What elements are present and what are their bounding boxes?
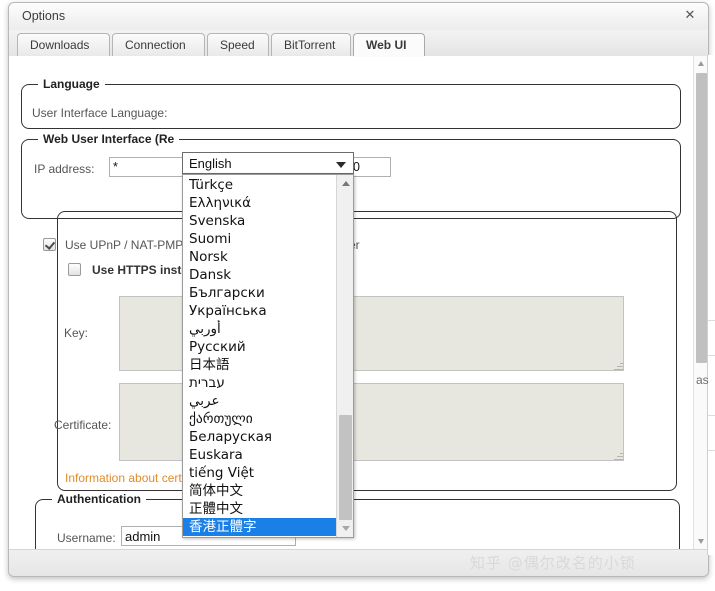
tab-bittorrent[interactable]: BitTorrent <box>271 33 351 56</box>
pane-scrollbar[interactable] <box>693 56 708 549</box>
tab-strip: Downloads Connection Speed BitTorrent We… <box>9 30 708 57</box>
pane-scroll-thumb[interactable] <box>696 73 707 363</box>
dropdown-option[interactable]: Norsk <box>183 248 337 266</box>
pane-scroll-down-button[interactable] <box>694 534 708 549</box>
dropdown-option[interactable]: 日本語 <box>183 356 337 374</box>
dropdown-option[interactable]: Русский <box>183 338 337 356</box>
dropdown-option[interactable]: Беларуская <box>183 428 337 446</box>
pane-scroll-up-button[interactable] <box>694 56 708 71</box>
tab-web-ui[interactable]: Web UI <box>353 33 425 56</box>
https-checkbox[interactable] <box>68 263 81 276</box>
dropdown-option[interactable]: עברית <box>183 374 337 392</box>
ui-language-select-value: English <box>189 156 232 171</box>
ui-language-dropdown-popup[interactable]: Türkçe Ελληνικά Svenska Suomi Norsk Dansk Бълг… <box>182 174 354 538</box>
dropdown-option[interactable]: Svenska <box>183 212 337 230</box>
triangle-up-icon <box>698 61 704 66</box>
window-title: Options <box>22 9 66 23</box>
web-user-interface-group-legend: Web User Interface (Re <box>38 132 180 146</box>
triangle-down-icon <box>698 539 704 544</box>
language-group-legend: Language <box>38 77 105 91</box>
dropdown-scroll-up-button[interactable] <box>337 175 353 192</box>
dropdown-option[interactable]: Български <box>183 284 337 302</box>
tab-downloads[interactable]: Downloads <box>17 33 110 56</box>
upnp-checkbox[interactable] <box>43 238 56 251</box>
close-icon[interactable]: ✕ <box>682 7 698 23</box>
certificate-label: Certificate: <box>54 418 112 432</box>
dropdown-option[interactable]: أوربي <box>183 320 337 338</box>
ui-language-select[interactable]: English <box>182 152 354 174</box>
port-input[interactable] <box>349 157 391 177</box>
triangle-down-icon <box>342 526 350 531</box>
dropdown-option[interactable]: 正體中文 <box>183 500 337 518</box>
background-text-fragment: as <box>696 373 709 387</box>
certificate-info-link[interactable]: Information about certi <box>65 471 184 485</box>
title-bar: Options ✕ <box>9 3 708 31</box>
watermark: 知乎 @偶尔改名的小锁 <box>470 554 636 572</box>
username-label: Username: <box>57 531 116 545</box>
dropdown-option[interactable]: tiếng Việt <box>183 464 337 482</box>
ui-language-option-list: Türkçe Ελληνικά Svenska Suomi Norsk Dansk Бълг… <box>183 175 337 537</box>
options-dialog-window: Options ✕ Downloads Connection Speed Bit… <box>8 2 709 577</box>
dropdown-option[interactable]: 简体中文 <box>183 482 337 500</box>
dropdown-option[interactable]: 香港正體字 <box>183 518 337 536</box>
tab-speed[interactable]: Speed <box>207 33 269 56</box>
tab-connection[interactable]: Connection <box>112 33 205 56</box>
dropdown-option[interactable]: Dansk <box>183 266 337 284</box>
dropdown-option[interactable]: Suomi <box>183 230 337 248</box>
options-content-pane: Language User Interface Language: Web Us… <box>9 56 708 549</box>
dropdown-scroll-down-button[interactable] <box>337 520 353 537</box>
dropdown-option[interactable]: Türkçe <box>183 176 337 194</box>
https-label: Use HTTPS inste <box>89 263 192 277</box>
chevron-down-icon <box>336 162 346 168</box>
dropdown-scroll-thumb[interactable] <box>339 415 352 525</box>
scroll-content: Language User Interface Language: Web Us… <box>9 56 693 549</box>
dropdown-option[interactable]: Ελληνικά <box>183 194 337 212</box>
dropdown-option[interactable]: عربي <box>183 392 337 410</box>
authentication-group-legend: Authentication <box>52 492 146 506</box>
background-window-sliver: as <box>696 55 715 555</box>
dropdown-option[interactable]: Українська <box>183 302 337 320</box>
ip-address-label: IP address: <box>34 162 95 176</box>
dropdown-scrollbar[interactable] <box>336 175 353 537</box>
dropdown-option[interactable]: Euskara <box>183 446 337 464</box>
key-label: Key: <box>64 326 89 340</box>
ui-language-label: User Interface Language: <box>32 106 168 120</box>
dropdown-option[interactable]: 한글 <box>183 536 337 537</box>
dropdown-option[interactable]: ქართული <box>183 410 337 428</box>
triangle-up-icon <box>342 181 350 186</box>
